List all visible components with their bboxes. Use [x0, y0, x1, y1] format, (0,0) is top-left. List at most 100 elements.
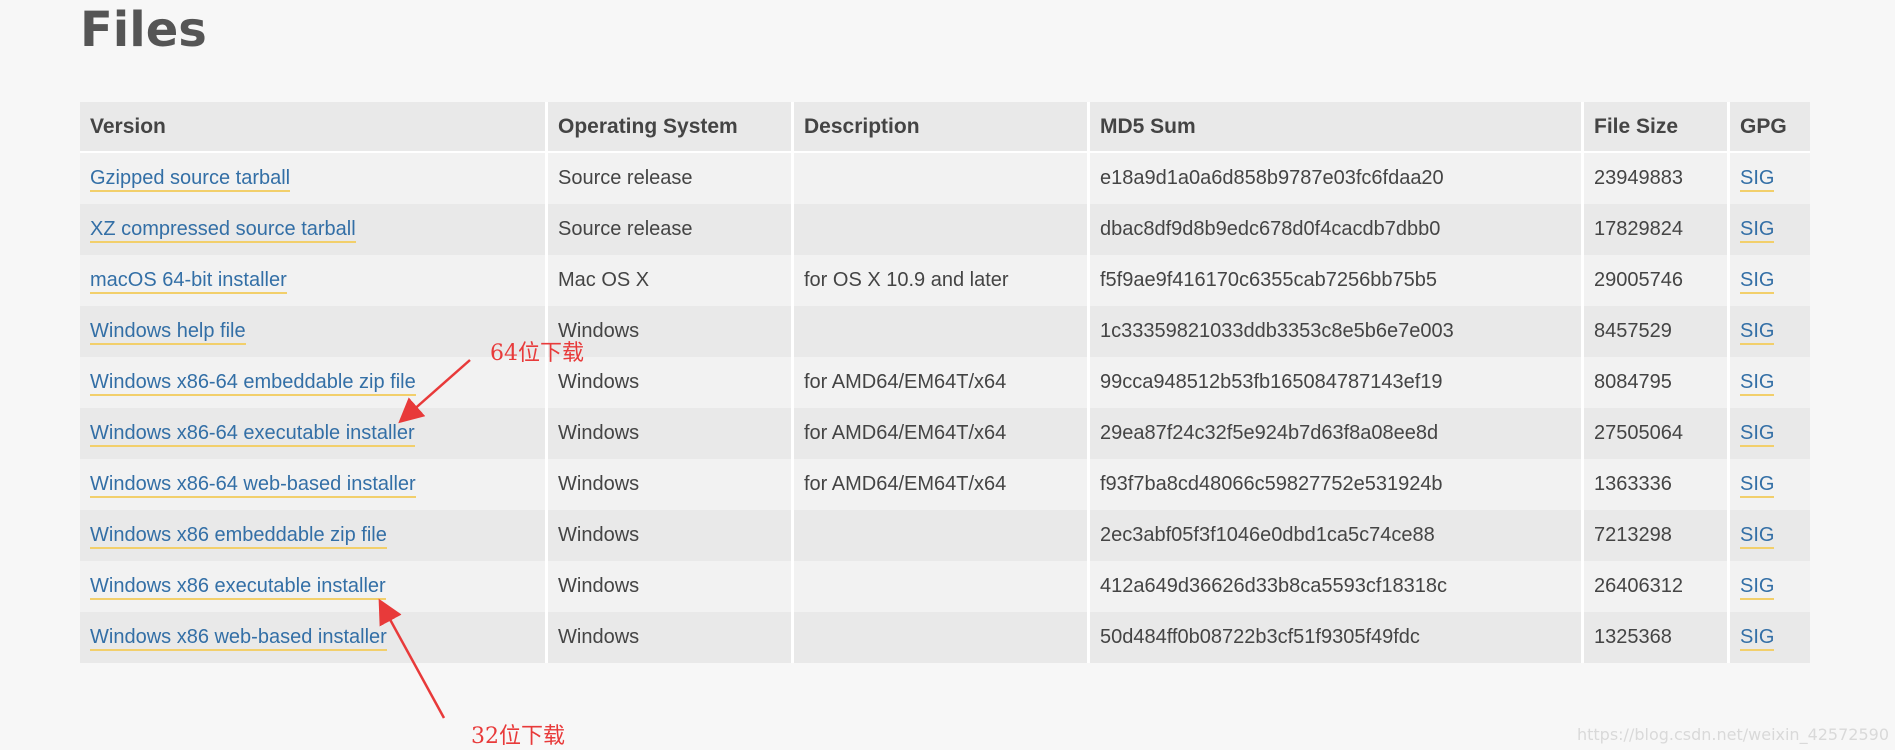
os-cell: Source release [548, 153, 794, 204]
os-cell: Source release [548, 204, 794, 255]
version-cell: Windows x86 executable installer [80, 561, 548, 612]
version-link[interactable]: Windows x86-64 executable installer [90, 422, 415, 447]
version-link[interactable]: Windows x86 executable installer [90, 575, 386, 600]
size-cell: 27505064 [1584, 408, 1730, 459]
sig-link[interactable]: SIG [1740, 371, 1775, 396]
annotation-32-bit-download: 32位下载 [471, 724, 565, 749]
sig-link[interactable]: SIG [1740, 626, 1775, 651]
table-row: Windows x86 executable installer Windows… [80, 561, 1810, 612]
column-header-file-size[interactable]: File Size [1584, 102, 1730, 153]
gpg-cell: SIG [1730, 408, 1810, 459]
size-cell: 23949883 [1584, 153, 1730, 204]
description-cell: for AMD64/EM64T/x64 [794, 357, 1090, 408]
gpg-cell: SIG [1730, 153, 1810, 204]
table-row: XZ compressed source tarball Source rele… [80, 204, 1810, 255]
table-row: Windows x86-64 executable installer Wind… [80, 408, 1810, 459]
page-title: Files [80, 2, 207, 58]
version-cell: Windows x86-64 web-based installer [80, 459, 548, 510]
watermark-text: https://blog.csdn.net/weixin_42572590 [1576, 725, 1889, 744]
md5-cell: f5f9ae9f416170c6355cab7256bb75b5 [1090, 255, 1584, 306]
size-cell: 17829824 [1584, 204, 1730, 255]
version-link[interactable]: Windows x86 web-based installer [90, 626, 387, 651]
sig-link[interactable]: SIG [1740, 422, 1775, 447]
size-cell: 8457529 [1584, 306, 1730, 357]
os-cell: Mac OS X [548, 255, 794, 306]
version-cell: Windows x86-64 embeddable zip file [80, 357, 548, 408]
md5-cell: 29ea87f24c32f5e924b7d63f8a08ee8d [1090, 408, 1584, 459]
version-cell: macOS 64-bit installer [80, 255, 548, 306]
sig-link[interactable]: SIG [1740, 473, 1775, 498]
size-cell: 1325368 [1584, 612, 1730, 663]
version-cell: Gzipped source tarball [80, 153, 548, 204]
os-cell: Windows [548, 510, 794, 561]
column-header-gpg[interactable]: GPG [1730, 102, 1810, 153]
description-cell [794, 153, 1090, 204]
os-cell: Windows [548, 612, 794, 663]
md5-cell: 50d484ff0b08722b3cf51f9305f49fdc [1090, 612, 1584, 663]
version-link[interactable]: Windows x86-64 web-based installer [90, 473, 416, 498]
version-cell: Windows help file [80, 306, 548, 357]
description-cell [794, 510, 1090, 561]
md5-cell: 99cca948512b53fb165084787143ef19 [1090, 357, 1584, 408]
table-header-row: Version Operating System Description MD5… [80, 102, 1810, 153]
version-link[interactable]: Windows help file [90, 320, 246, 345]
description-cell: for OS X 10.9 and later [794, 255, 1090, 306]
sig-link[interactable]: SIG [1740, 524, 1775, 549]
column-header-operating-system[interactable]: Operating System [548, 102, 794, 153]
gpg-cell: SIG [1730, 561, 1810, 612]
gpg-cell: SIG [1730, 204, 1810, 255]
os-cell: Windows [548, 357, 794, 408]
gpg-cell: SIG [1730, 357, 1810, 408]
version-cell: Windows x86-64 executable installer [80, 408, 548, 459]
size-cell: 8084795 [1584, 357, 1730, 408]
version-link[interactable]: Windows x86-64 embeddable zip file [90, 371, 416, 396]
size-cell: 26406312 [1584, 561, 1730, 612]
table-row: Windows x86-64 web-based installer Windo… [80, 459, 1810, 510]
os-cell: Windows [548, 408, 794, 459]
sig-link[interactable]: SIG [1740, 320, 1775, 345]
size-cell: 7213298 [1584, 510, 1730, 561]
description-cell [794, 306, 1090, 357]
version-link[interactable]: Gzipped source tarball [90, 167, 291, 192]
version-cell: Windows x86 web-based installer [80, 612, 548, 663]
table-row: Windows help file Windows 1c33359821033d… [80, 306, 1810, 357]
column-header-md5-sum[interactable]: MD5 Sum [1090, 102, 1584, 153]
sig-link[interactable]: SIG [1740, 575, 1775, 600]
size-cell: 1363336 [1584, 459, 1730, 510]
annotation-64-bit-download: 64位下载 [490, 341, 584, 366]
md5-cell: e18a9d1a0a6d858b9787e03fc6fdaa20 [1090, 153, 1584, 204]
table-row: macOS 64-bit installer Mac OS X for OS X… [80, 255, 1810, 306]
sig-link[interactable]: SIG [1740, 218, 1775, 243]
gpg-cell: SIG [1730, 459, 1810, 510]
md5-cell: 412a649d36626d33b8ca5593cf18318c [1090, 561, 1584, 612]
description-cell: for AMD64/EM64T/x64 [794, 408, 1090, 459]
sig-link[interactable]: SIG [1740, 269, 1775, 294]
version-cell: XZ compressed source tarball [80, 204, 548, 255]
os-cell: Windows [548, 306, 794, 357]
gpg-cell: SIG [1730, 510, 1810, 561]
md5-cell: 1c33359821033ddb3353c8e5b6e7e003 [1090, 306, 1584, 357]
os-cell: Windows [548, 561, 794, 612]
files-table: Version Operating System Description MD5… [80, 102, 1810, 663]
version-link[interactable]: XZ compressed source tarball [90, 218, 356, 243]
description-cell [794, 204, 1090, 255]
gpg-cell: SIG [1730, 612, 1810, 663]
md5-cell: 2ec3abf05f3f1046e0dbd1ca5c74ce88 [1090, 510, 1584, 561]
column-header-version[interactable]: Version [80, 102, 548, 153]
md5-cell: f93f7ba8cd48066c59827752e531924b [1090, 459, 1584, 510]
description-cell: for AMD64/EM64T/x64 [794, 459, 1090, 510]
table-row: Windows x86 embeddable zip file Windows … [80, 510, 1810, 561]
column-header-description[interactable]: Description [794, 102, 1090, 153]
description-cell [794, 561, 1090, 612]
table-row: Windows x86-64 embeddable zip file Windo… [80, 357, 1810, 408]
files-table-body: Gzipped source tarball Source release e1… [80, 153, 1810, 663]
table-row: Windows x86 web-based installer Windows … [80, 612, 1810, 663]
sig-link[interactable]: SIG [1740, 167, 1775, 192]
md5-cell: dbac8df9d8b9edc678d0f4cacdb7dbb0 [1090, 204, 1584, 255]
table-row: Gzipped source tarball Source release e1… [80, 153, 1810, 204]
version-link[interactable]: macOS 64-bit installer [90, 269, 287, 294]
version-link[interactable]: Windows x86 embeddable zip file [90, 524, 387, 549]
os-cell: Windows [548, 459, 794, 510]
description-cell [794, 612, 1090, 663]
size-cell: 29005746 [1584, 255, 1730, 306]
